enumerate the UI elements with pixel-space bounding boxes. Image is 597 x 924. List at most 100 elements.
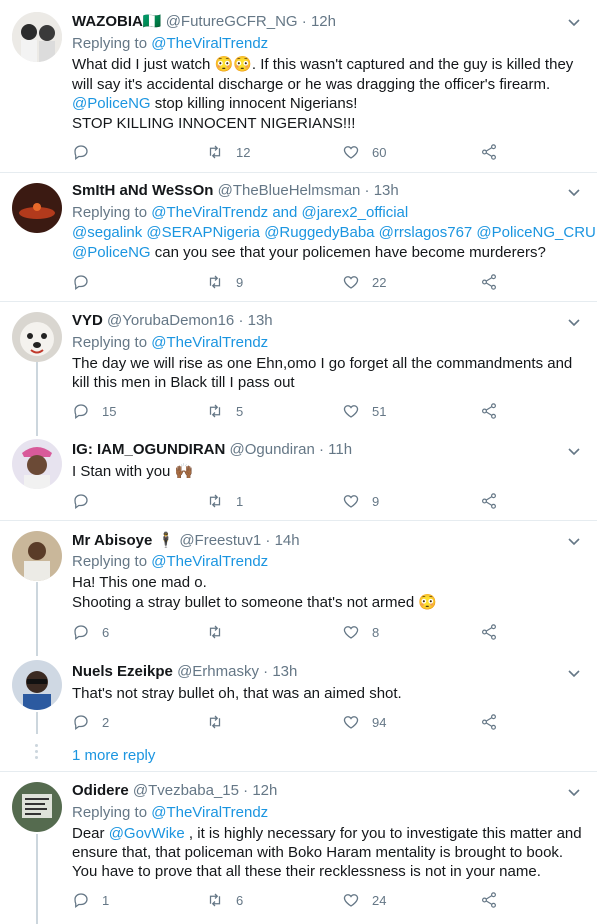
- tweet[interactable]: Mr Abisoye 🕴 @Freestuv1 · 14h Replying t…: [0, 521, 597, 649]
- display-name[interactable]: IG: IAM_OGUNDIRAN: [72, 441, 225, 458]
- timestamp[interactable]: 13h: [272, 663, 297, 680]
- tweet-text: @PoliceNG can you see that your policeme…: [72, 244, 546, 261]
- tweet[interactable]: VYD @YorubaDemon16 · 13h Replying to @Th…: [0, 302, 597, 430]
- display-name[interactable]: Mr Abisoye 🕴: [72, 532, 175, 549]
- timestamp[interactable]: 11h: [328, 441, 352, 458]
- heart-icon: [343, 405, 359, 418]
- mention-link[interactable]: @jarex2_official: [302, 204, 409, 221]
- mention-link[interactable]: @TheViralTrendz: [151, 553, 268, 570]
- heart-icon: [343, 276, 359, 289]
- timestamp[interactable]: 13h: [374, 182, 399, 199]
- reply-button[interactable]: [72, 491, 102, 511]
- reply-button[interactable]: 2: [72, 712, 109, 732]
- timestamp[interactable]: 12h: [252, 782, 277, 799]
- tweet[interactable]: WAZOBIA🇳🇬 @FutureGCFR_NG · 12h Replying …: [0, 0, 597, 172]
- mention-link[interactable]: @PoliceNG: [72, 95, 151, 112]
- handle[interactable]: @YorubaDemon16: [107, 312, 234, 329]
- show-more-replies-link[interactable]: 1 more reply: [72, 747, 155, 764]
- retweet-button[interactable]: [206, 622, 236, 642]
- share-icon: [482, 624, 496, 640]
- tweet[interactable]: Odidere @Tvezbaba_15 · 12h Replying to @…: [0, 772, 597, 924]
- share-icon: [482, 274, 496, 290]
- like-button[interactable]: 22: [342, 272, 386, 292]
- like-button[interactable]: 94: [342, 712, 386, 732]
- tweet-actions: 2 94: [72, 712, 502, 732]
- like-button[interactable]: 8: [342, 622, 379, 642]
- handle[interactable]: @FutureGCFR_NG: [166, 13, 298, 30]
- mention-link[interactable]: @TheViralTrendz: [151, 35, 268, 52]
- reply-button[interactable]: 1: [72, 890, 109, 910]
- share-button[interactable]: [480, 890, 498, 910]
- share-icon: [482, 493, 496, 509]
- chevron-down-icon[interactable]: [567, 666, 581, 680]
- retweet-button[interactable]: 5: [206, 401, 243, 421]
- chevron-down-icon[interactable]: [567, 534, 581, 548]
- like-button[interactable]: 9: [342, 491, 379, 511]
- avatar[interactable]: [12, 782, 62, 832]
- handle[interactable]: @Freestuv1: [179, 532, 261, 549]
- display-name[interactable]: Odidere: [72, 782, 129, 799]
- chevron-down-icon[interactable]: [567, 444, 581, 458]
- handle[interactable]: @Ogundiran: [230, 441, 315, 458]
- timestamp[interactable]: 14h: [275, 532, 300, 549]
- chevron-down-icon[interactable]: [567, 15, 581, 29]
- mention-link[interactable]: @PoliceNG: [72, 244, 151, 261]
- replying-to: Replying to @TheViralTrendz: [72, 553, 269, 570]
- share-button[interactable]: [480, 712, 498, 732]
- avatar[interactable]: [12, 12, 62, 62]
- share-button[interactable]: [480, 491, 498, 511]
- tweet[interactable]: SmItH aNd WeSsOn @TheBlueHelmsman · 13h …: [0, 173, 597, 301]
- more-replies-dots: [35, 744, 38, 762]
- handle[interactable]: @Tvezbaba_15: [133, 782, 239, 799]
- like-button[interactable]: 24: [342, 890, 386, 910]
- reply-button[interactable]: [72, 142, 102, 162]
- tweet-text: What did I just watch 😳😳. If this wasn't…: [72, 56, 574, 73]
- retweet-button[interactable]: 12: [206, 142, 250, 162]
- handle[interactable]: @Erhmasky: [177, 663, 259, 680]
- mention-link[interactable]: @TheViralTrendz: [151, 334, 268, 351]
- avatar[interactable]: [12, 312, 62, 362]
- tweet-text: That's not stray bullet oh, that was an …: [72, 685, 402, 702]
- share-button[interactable]: [480, 401, 498, 421]
- chevron-down-icon[interactable]: [567, 785, 581, 799]
- retweet-button[interactable]: 1: [206, 491, 243, 511]
- replying-to: Replying to @TheViralTrendz: [72, 35, 269, 52]
- tweet[interactable]: IG: IAM_OGUNDIRAN @Ogundiran · 11h I Sta…: [0, 431, 597, 520]
- tweet-text: will say it's accidental discharge or he…: [72, 75, 551, 93]
- avatar[interactable]: [12, 183, 62, 233]
- share-button[interactable]: [480, 272, 498, 292]
- retweet-icon: [209, 625, 221, 639]
- share-button[interactable]: [480, 622, 498, 642]
- retweet-button[interactable]: 6: [206, 890, 243, 910]
- share-button[interactable]: [480, 142, 498, 162]
- reply-button[interactable]: 6: [72, 622, 109, 642]
- tweet-header: Mr Abisoye 🕴 @Freestuv1 · 14h: [72, 532, 300, 549]
- retweet-button[interactable]: 9: [206, 272, 243, 292]
- mention-link[interactable]: @TheViralTrendz: [151, 204, 268, 221]
- reply-button[interactable]: [72, 272, 102, 292]
- like-button[interactable]: 51: [342, 401, 386, 421]
- chevron-down-icon[interactable]: [567, 315, 581, 329]
- heart-icon: [343, 626, 359, 639]
- mention-link[interactable]: @TheViralTrendz: [151, 804, 268, 821]
- heart-icon: [343, 146, 359, 159]
- timestamp[interactable]: 13h: [248, 312, 273, 329]
- tweet[interactable]: Nuels Ezeikpe @Erhmasky · 13h That's not…: [0, 650, 597, 739]
- display-name[interactable]: Nuels Ezeikpe: [72, 663, 173, 680]
- retweet-button[interactable]: [206, 712, 236, 732]
- handle[interactable]: @TheBlueHelmsman: [218, 182, 361, 199]
- reply-button[interactable]: 15: [72, 401, 116, 421]
- like-button[interactable]: 60: [342, 142, 386, 162]
- avatar[interactable]: [12, 660, 62, 710]
- display-name[interactable]: SmItH aNd WeSsOn: [72, 182, 213, 199]
- display-name[interactable]: VYD: [72, 312, 103, 329]
- avatar[interactable]: [12, 531, 62, 581]
- avatar[interactable]: [12, 439, 62, 489]
- chevron-down-icon[interactable]: [567, 185, 581, 199]
- tweet-text[interactable]: @segalink @SERAPNigeria @RuggedyBaba @rr…: [72, 223, 596, 243]
- share-icon: [482, 892, 496, 908]
- mention-link[interactable]: @GovWike: [109, 825, 185, 842]
- timestamp[interactable]: 12h: [311, 13, 336, 30]
- tweet-actions: 6 8: [72, 622, 502, 642]
- display-name[interactable]: WAZOBIA🇳🇬: [72, 13, 162, 30]
